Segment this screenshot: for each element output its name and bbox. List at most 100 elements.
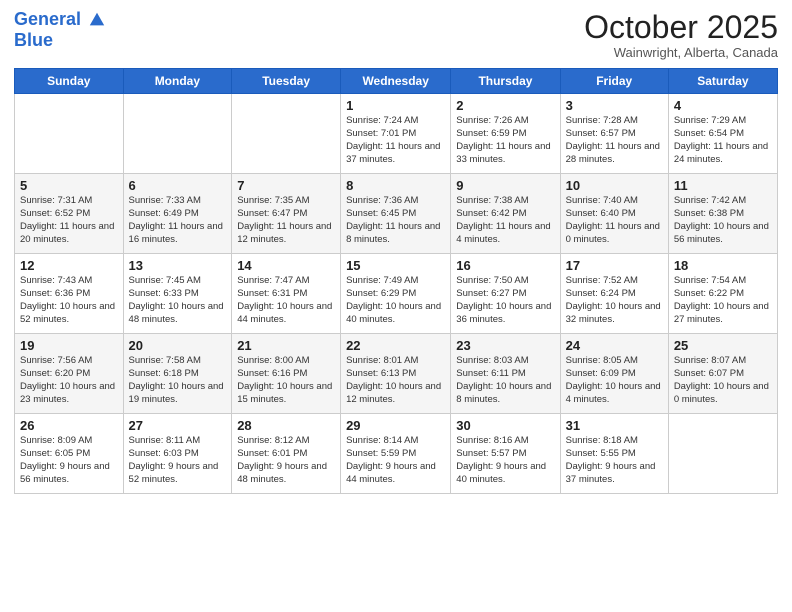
day-info: Sunrise: 8:18 AM Sunset: 5:55 PM Dayligh…: [566, 435, 663, 486]
day-number: 9: [456, 178, 554, 193]
day-cell: 27 Sunrise: 8:11 AM Sunset: 6:03 PM Dayli…: [123, 414, 232, 494]
day-info: Sunrise: 7:58 AM Sunset: 6:18 PM Dayligh…: [129, 355, 227, 406]
day-number: 21: [237, 338, 335, 353]
day-number: 16: [456, 258, 554, 273]
day-info: Sunrise: 7:31 AM Sunset: 6:52 PM Dayligh…: [20, 195, 118, 246]
day-info: Sunrise: 8:16 AM Sunset: 5:57 PM Dayligh…: [456, 435, 554, 486]
week-row-4: 19 Sunrise: 7:56 AM Sunset: 6:20 PM Dayli…: [15, 334, 778, 414]
week-row-3: 12 Sunrise: 7:43 AM Sunset: 6:36 PM Dayli…: [15, 254, 778, 334]
day-cell: 25 Sunrise: 8:07 AM Sunset: 6:07 PM Dayli…: [668, 334, 777, 414]
day-info: Sunrise: 7:56 AM Sunset: 6:20 PM Dayligh…: [20, 355, 118, 406]
title-block: October 2025 Wainwright, Alberta, Canada: [584, 10, 778, 60]
day-info: Sunrise: 7:54 AM Sunset: 6:22 PM Dayligh…: [674, 275, 772, 326]
day-number: 8: [346, 178, 445, 193]
day-info: Sunrise: 8:01 AM Sunset: 6:13 PM Dayligh…: [346, 355, 445, 406]
weekday-header-row: SundayMondayTuesdayWednesdayThursdayFrid…: [15, 69, 778, 94]
day-number: 14: [237, 258, 335, 273]
day-number: 5: [20, 178, 118, 193]
day-cell: 9 Sunrise: 7:38 AM Sunset: 6:42 PM Daylig…: [451, 174, 560, 254]
logo-blue: Blue: [14, 30, 106, 51]
weekday-header-wednesday: Wednesday: [341, 69, 451, 94]
day-cell: 31 Sunrise: 8:18 AM Sunset: 5:55 PM Dayli…: [560, 414, 668, 494]
day-number: 20: [129, 338, 227, 353]
day-number: 10: [566, 178, 663, 193]
day-cell: 5 Sunrise: 7:31 AM Sunset: 6:52 PM Daylig…: [15, 174, 124, 254]
day-cell: 20 Sunrise: 7:58 AM Sunset: 6:18 PM Dayli…: [123, 334, 232, 414]
day-info: Sunrise: 7:47 AM Sunset: 6:31 PM Dayligh…: [237, 275, 335, 326]
weekday-header-friday: Friday: [560, 69, 668, 94]
day-info: Sunrise: 7:38 AM Sunset: 6:42 PM Dayligh…: [456, 195, 554, 246]
day-cell: 11 Sunrise: 7:42 AM Sunset: 6:38 PM Dayli…: [668, 174, 777, 254]
day-cell: 17 Sunrise: 7:52 AM Sunset: 6:24 PM Dayli…: [560, 254, 668, 334]
week-row-1: 1 Sunrise: 7:24 AM Sunset: 7:01 PM Daylig…: [15, 94, 778, 174]
day-number: 28: [237, 418, 335, 433]
day-cell: 12 Sunrise: 7:43 AM Sunset: 6:36 PM Dayli…: [15, 254, 124, 334]
logo-icon: [88, 11, 106, 29]
day-number: 4: [674, 98, 772, 113]
day-info: Sunrise: 8:12 AM Sunset: 6:01 PM Dayligh…: [237, 435, 335, 486]
calendar-table: SundayMondayTuesdayWednesdayThursdayFrid…: [14, 68, 778, 494]
day-number: 23: [456, 338, 554, 353]
weekday-header-tuesday: Tuesday: [232, 69, 341, 94]
day-number: 25: [674, 338, 772, 353]
day-cell: 28 Sunrise: 8:12 AM Sunset: 6:01 PM Dayli…: [232, 414, 341, 494]
location: Wainwright, Alberta, Canada: [584, 45, 778, 60]
day-info: Sunrise: 8:05 AM Sunset: 6:09 PM Dayligh…: [566, 355, 663, 406]
day-cell: [123, 94, 232, 174]
weekday-header-monday: Monday: [123, 69, 232, 94]
day-number: 31: [566, 418, 663, 433]
day-info: Sunrise: 7:26 AM Sunset: 6:59 PM Dayligh…: [456, 115, 554, 166]
day-number: 30: [456, 418, 554, 433]
day-cell: 10 Sunrise: 7:40 AM Sunset: 6:40 PM Dayli…: [560, 174, 668, 254]
day-number: 13: [129, 258, 227, 273]
day-cell: 7Sunrise: 7:35 AM Sunset: 6:47 PM Daylig…: [232, 174, 341, 254]
day-number: 18: [674, 258, 772, 273]
day-number: 3: [566, 98, 663, 113]
day-info: Sunrise: 7:50 AM Sunset: 6:27 PM Dayligh…: [456, 275, 554, 326]
day-number: 17: [566, 258, 663, 273]
month-title: October 2025: [584, 10, 778, 45]
day-number: 2: [456, 98, 554, 113]
day-number: 11: [674, 178, 772, 193]
day-number: 22: [346, 338, 445, 353]
weekday-header-sunday: Sunday: [15, 69, 124, 94]
day-cell: 14 Sunrise: 7:47 AM Sunset: 6:31 PM Dayli…: [232, 254, 341, 334]
main-container: General Blue October 2025 Wainwright, Al…: [0, 0, 792, 500]
day-number: 7: [237, 178, 335, 193]
day-cell: 4 Sunrise: 7:29 AM Sunset: 6:54 PM Daylig…: [668, 94, 777, 174]
day-cell: 3Sunrise: 7:28 AM Sunset: 6:57 PM Daylig…: [560, 94, 668, 174]
day-info: Sunrise: 7:45 AM Sunset: 6:33 PM Dayligh…: [129, 275, 227, 326]
day-info: Sunrise: 7:40 AM Sunset: 6:40 PM Dayligh…: [566, 195, 663, 246]
day-number: 29: [346, 418, 445, 433]
day-info: Sunrise: 7:24 AM Sunset: 7:01 PM Dayligh…: [346, 115, 445, 166]
day-info: Sunrise: 7:29 AM Sunset: 6:54 PM Dayligh…: [674, 115, 772, 166]
day-cell: 19 Sunrise: 7:56 AM Sunset: 6:20 PM Dayli…: [15, 334, 124, 414]
day-info: Sunrise: 7:36 AM Sunset: 6:45 PM Dayligh…: [346, 195, 445, 246]
day-cell: 1 Sunrise: 7:24 AM Sunset: 7:01 PM Daylig…: [341, 94, 451, 174]
logo: General Blue: [14, 10, 106, 51]
day-cell: 22 Sunrise: 8:01 AM Sunset: 6:13 PM Dayli…: [341, 334, 451, 414]
day-info: Sunrise: 8:11 AM Sunset: 6:03 PM Dayligh…: [129, 435, 227, 486]
day-info: Sunrise: 8:07 AM Sunset: 6:07 PM Dayligh…: [674, 355, 772, 406]
day-info: Sunrise: 7:33 AM Sunset: 6:49 PM Dayligh…: [129, 195, 227, 246]
day-info: Sunrise: 7:43 AM Sunset: 6:36 PM Dayligh…: [20, 275, 118, 326]
week-row-5: 26Sunrise: 8:09 AM Sunset: 6:05 PM Dayli…: [15, 414, 778, 494]
day-number: 15: [346, 258, 445, 273]
day-info: Sunrise: 8:14 AM Sunset: 5:59 PM Dayligh…: [346, 435, 445, 486]
day-info: Sunrise: 7:52 AM Sunset: 6:24 PM Dayligh…: [566, 275, 663, 326]
day-cell: 24 Sunrise: 8:05 AM Sunset: 6:09 PM Dayli…: [560, 334, 668, 414]
day-cell: 30 Sunrise: 8:16 AM Sunset: 5:57 PM Dayli…: [451, 414, 560, 494]
day-number: 19: [20, 338, 118, 353]
day-cell: 21Sunrise: 8:00 AM Sunset: 6:16 PM Dayli…: [232, 334, 341, 414]
day-number: 12: [20, 258, 118, 273]
day-cell: 13 Sunrise: 7:45 AM Sunset: 6:33 PM Dayli…: [123, 254, 232, 334]
day-cell: 8 Sunrise: 7:36 AM Sunset: 6:45 PM Daylig…: [341, 174, 451, 254]
week-row-2: 5 Sunrise: 7:31 AM Sunset: 6:52 PM Daylig…: [15, 174, 778, 254]
day-cell: 6Sunrise: 7:33 AM Sunset: 6:49 PM Daylig…: [123, 174, 232, 254]
logo-text: General: [14, 10, 106, 30]
day-number: 1: [346, 98, 445, 113]
header: General Blue October 2025 Wainwright, Al…: [14, 10, 778, 60]
day-info: Sunrise: 7:42 AM Sunset: 6:38 PM Dayligh…: [674, 195, 772, 246]
day-number: 27: [129, 418, 227, 433]
day-number: 24: [566, 338, 663, 353]
